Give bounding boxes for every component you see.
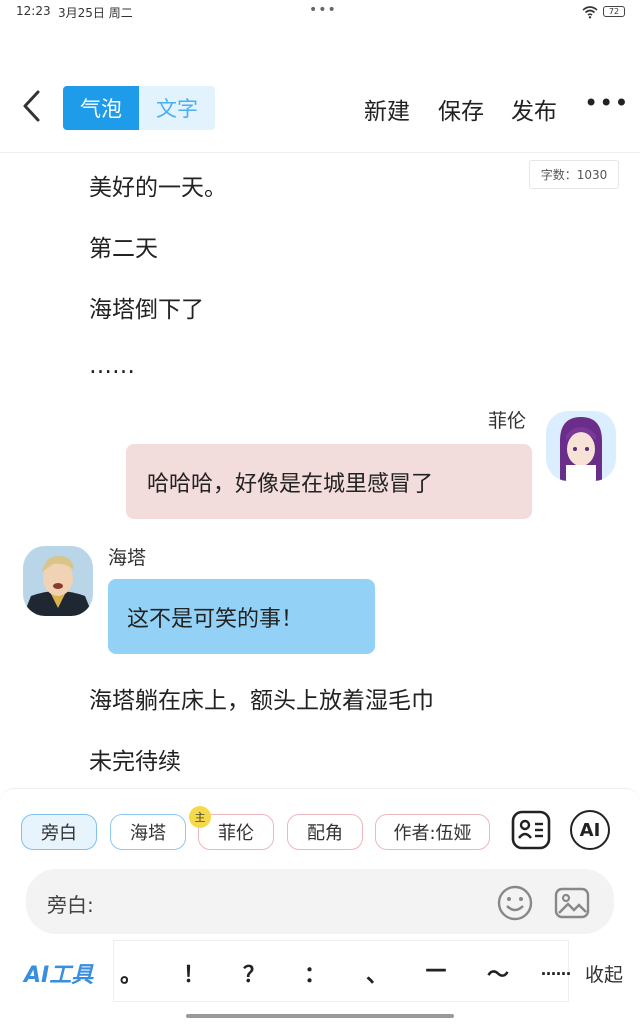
speaker-name: 海塔 [108, 547, 147, 569]
mode-bubble-tab[interactable]: 气泡 [63, 86, 139, 130]
editor-screen: 12:23 3月25日 周二 ••• 72 气泡 文字 新建 保存 发布 •••… [0, 0, 640, 1024]
battery-icon: 72 [603, 6, 625, 17]
avatar-fern-image [546, 411, 616, 481]
punct-colon[interactable]: ： [304, 957, 326, 989]
narration-line[interactable]: 美好的一天。 [89, 168, 227, 202]
mode-text-tab[interactable]: 文字 [139, 86, 215, 130]
main-role-badge: 主 [189, 806, 211, 828]
status-bar: 12:23 3月25日 周二 ••• 72 [0, 0, 640, 26]
composer-label: 旁白: [47, 893, 94, 917]
status-time: 12:23 [16, 4, 51, 18]
narration-line[interactable]: 未完待续 [89, 742, 181, 776]
publish-button[interactable]: 发布 [511, 92, 557, 126]
composer-input[interactable]: 旁白: [26, 869, 614, 934]
chat-bubble[interactable]: 哈哈哈，好像是在城里感冒了 [126, 444, 532, 519]
status-date: 3月25日 周二 [58, 6, 133, 20]
word-count-badge: 字数：1030 [529, 160, 619, 189]
role-chip-supporting[interactable]: 配角 [287, 814, 363, 850]
new-button[interactable]: 新建 [364, 92, 410, 126]
narration-line[interactable]: …… [89, 353, 135, 379]
punct-ellipsis[interactable]: …… [541, 961, 571, 979]
wifi-icon [582, 6, 598, 19]
smiley-icon[interactable] [496, 884, 534, 922]
avatar[interactable] [23, 546, 93, 616]
punct-exclamation[interactable]: ！ [183, 957, 205, 989]
role-chip-narrator[interactable]: 旁白 [21, 814, 97, 850]
narration-line[interactable]: 海塔躺在床上，额头上放着湿毛巾 [89, 681, 434, 715]
editor-header: 气泡 文字 新建 保存 发布 ••• [0, 80, 640, 136]
role-chip-heiter[interactable]: 海塔 [110, 814, 186, 850]
avatar-heiter-image [23, 546, 93, 616]
mode-switch: 气泡 文字 [63, 86, 215, 130]
punct-question[interactable]: ？ [243, 957, 265, 989]
avatar[interactable] [546, 411, 616, 481]
chevron-left-icon[interactable] [18, 86, 46, 126]
role-chip-author[interactable]: 作者:伍娅 [375, 814, 490, 850]
punct-enum-comma[interactable]: 、 [366, 957, 388, 989]
punct-tilde[interactable]: ～ [487, 957, 509, 989]
save-button[interactable]: 保存 [438, 92, 484, 126]
punct-dash[interactable]: — [425, 957, 447, 982]
collapse-button[interactable]: 收起 [585, 960, 623, 987]
chat-bubble[interactable]: 这不是可笑的事！ [108, 579, 375, 654]
speaker-name: 菲伦 [488, 410, 527, 432]
header-divider [0, 152, 640, 153]
image-icon[interactable] [553, 884, 591, 922]
status-dots: ••• [309, 2, 337, 18]
contact-card-icon[interactable] [511, 810, 551, 850]
ai-button[interactable]: AI [570, 810, 610, 850]
more-icon[interactable]: ••• [584, 91, 629, 115]
narration-line[interactable]: 第二天 [89, 229, 158, 263]
punct-period[interactable]: 。 [120, 957, 142, 989]
narration-line[interactable]: 海塔倒下了 [89, 290, 204, 324]
ai-tools-button[interactable]: AI工具 [24, 957, 93, 989]
home-indicator[interactable] [186, 1014, 454, 1018]
